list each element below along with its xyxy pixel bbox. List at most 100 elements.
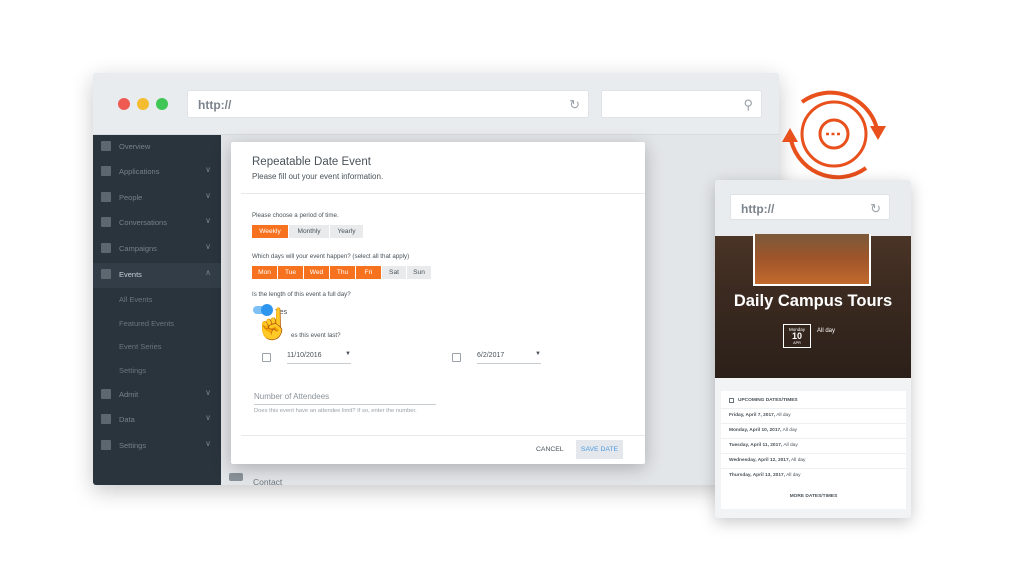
- event-photo: [753, 234, 871, 286]
- sidebar-item-applications[interactable]: Applications ∨: [93, 160, 221, 185]
- sidebar-subitem-settings[interactable]: Settings: [93, 359, 221, 384]
- building-icon: [101, 166, 111, 176]
- sidebar-item-label: Applications: [119, 167, 160, 176]
- calendar-icon: [452, 353, 461, 362]
- days-question: Which days will your event happen? (sele…: [252, 253, 410, 260]
- grid-icon: [101, 141, 111, 151]
- sidebar-item-campaigns[interactable]: Campaigns ∨: [93, 237, 221, 262]
- gear-icon: [101, 389, 111, 399]
- start-date-field[interactable]: 11/10/2016 ▼: [287, 350, 351, 364]
- sidebar-item-label: Admit: [119, 390, 139, 399]
- day-option-sat[interactable]: Sat: [382, 266, 406, 279]
- settings-icon: [101, 440, 111, 450]
- sidebar-item-label: Data: [119, 415, 135, 424]
- refresh-icon[interactable]: ↻: [569, 97, 580, 113]
- sync-icon: [782, 90, 886, 180]
- sidebar-item-label: Settings: [119, 441, 147, 450]
- minimize-window-button[interactable]: [137, 98, 149, 110]
- divider: [241, 435, 645, 436]
- calendar-icon: [101, 269, 111, 279]
- event-hero: Daily Campus Tours Monday 10 APR: [715, 234, 911, 378]
- megaphone-icon: [101, 243, 111, 253]
- day-option-wed[interactable]: Wed: [304, 266, 329, 279]
- sidebar-item-data[interactable]: Data ∨: [93, 408, 221, 433]
- calendar-icon: [729, 398, 734, 403]
- sidebar-subitem-event-series[interactable]: Event Series: [93, 335, 221, 360]
- maximize-window-button[interactable]: [156, 98, 168, 110]
- save-date-button[interactable]: SAVE DATE: [576, 440, 623, 459]
- upcoming-date: Wednesday, April 12, 2017,: [729, 458, 790, 463]
- modal-subtitle: Please fill out your event information.: [252, 172, 384, 181]
- period-selector: Weekly Monthly Yearly: [252, 225, 364, 238]
- end-date-field[interactable]: 6/2/2017 ▼: [477, 350, 541, 364]
- sidebar-item-events[interactable]: Events ∧: [93, 263, 221, 288]
- event-title: Daily Campus Tours: [733, 292, 893, 310]
- sidebar-item-conversations[interactable]: Conversations ∨: [93, 211, 221, 236]
- chevron-down-icon: ∨: [205, 242, 211, 251]
- sidebar-subitem-featured-events[interactable]: Featured Events: [93, 312, 221, 337]
- address-bar[interactable]: http:// ↻: [187, 90, 589, 118]
- repeatable-date-event-modal: Repeatable Date Event Please fill out yo…: [231, 142, 645, 464]
- upcoming-date: Monday, April 10, 2017,: [729, 428, 782, 433]
- divider: [241, 193, 645, 194]
- upcoming-date: Tuesday, April 11, 2017,: [729, 443, 783, 448]
- day-option-fri[interactable]: Fri: [356, 266, 381, 279]
- period-option-weekly[interactable]: Weekly: [252, 225, 288, 238]
- sidebar-item-overview[interactable]: Overview: [93, 135, 221, 160]
- browser-search-box[interactable]: ⚲: [601, 90, 762, 118]
- list-item: Thursday, April 13, 2017, All day: [721, 468, 906, 483]
- mobile-chrome: http:// ↻: [715, 180, 911, 236]
- period-option-yearly[interactable]: Yearly: [330, 225, 363, 238]
- chevron-down-icon: ∨: [205, 388, 211, 397]
- refresh-icon[interactable]: ↻: [870, 201, 881, 217]
- attendees-input[interactable]: Number of Attendees: [254, 392, 436, 405]
- sidebar-item-label: People: [119, 193, 143, 202]
- sidebar-item-admit[interactable]: Admit ∨: [93, 383, 221, 408]
- people-icon: [101, 192, 111, 202]
- sidebar-item-label: Events: [119, 270, 142, 279]
- list-item: Tuesday, April 11, 2017, All day: [721, 438, 906, 453]
- upcoming-time: All day: [786, 473, 801, 478]
- event-date-badge: Monday 10 APR: [783, 324, 811, 348]
- cancel-button[interactable]: CANCEL: [536, 446, 564, 453]
- all-day-label: All day: [817, 328, 836, 334]
- day-selector: Mon Tue Wed Thu Fri Sat Sun: [252, 266, 432, 279]
- calendar-icon: [262, 353, 271, 362]
- sidebar-item-people[interactable]: People ∨: [93, 186, 221, 211]
- sidebar-item-settings[interactable]: Settings ∨: [93, 434, 221, 459]
- day-option-sun[interactable]: Sun: [407, 266, 431, 279]
- chevron-down-icon: ∨: [205, 191, 211, 200]
- date-month: APR: [793, 341, 801, 345]
- close-window-button[interactable]: [118, 98, 130, 110]
- more-dates-link[interactable]: MORE DATES/TIMES: [721, 494, 906, 499]
- chevron-down-icon: ∨: [205, 216, 211, 225]
- period-option-monthly[interactable]: Monthly: [289, 225, 329, 238]
- period-question: Please choose a period of time.: [252, 212, 339, 219]
- chat-icon: [101, 217, 111, 227]
- chevron-down-icon: ∨: [205, 413, 211, 422]
- mobile-address-bar-url: http://: [741, 202, 775, 216]
- list-item: Monday, April 10, 2017, All day: [721, 423, 906, 438]
- dropdown-arrow-icon: ▼: [535, 351, 541, 357]
- sidebar: Overview Applications ∨ People ∨ Convers…: [93, 135, 221, 485]
- sidebar-item-label: All Events: [119, 295, 153, 304]
- sidebar-subitem-all-events[interactable]: All Events: [93, 288, 221, 313]
- attendees-hint: Does this event have an attendee limit? …: [254, 408, 417, 414]
- date-day: 10: [791, 331, 802, 341]
- upcoming-date: Friday, April 7, 2017,: [729, 413, 776, 418]
- cloud-icon: [101, 414, 111, 424]
- browser-chrome: http:// ↻ ⚲: [93, 73, 779, 135]
- mobile-browser-window: http:// ↻ Daily Campus Tours Monday 10 A…: [715, 180, 911, 518]
- sidebar-item-label: Overview: [119, 142, 151, 151]
- end-date-value: 6/2/2017: [477, 352, 505, 359]
- search-icon[interactable]: ⚲: [743, 97, 753, 113]
- sidebar-item-label: Featured Events: [119, 319, 175, 328]
- contact-label[interactable]: Contact: [253, 477, 282, 485]
- upcoming-time: All day: [791, 458, 806, 463]
- day-option-thu[interactable]: Thu: [330, 266, 355, 279]
- dropdown-arrow-icon: ▼: [345, 351, 351, 357]
- mobile-address-bar[interactable]: http:// ↻: [730, 194, 890, 220]
- upcoming-time: All day: [783, 443, 798, 448]
- day-option-mon[interactable]: Mon: [252, 266, 277, 279]
- day-option-tue[interactable]: Tue: [278, 266, 303, 279]
